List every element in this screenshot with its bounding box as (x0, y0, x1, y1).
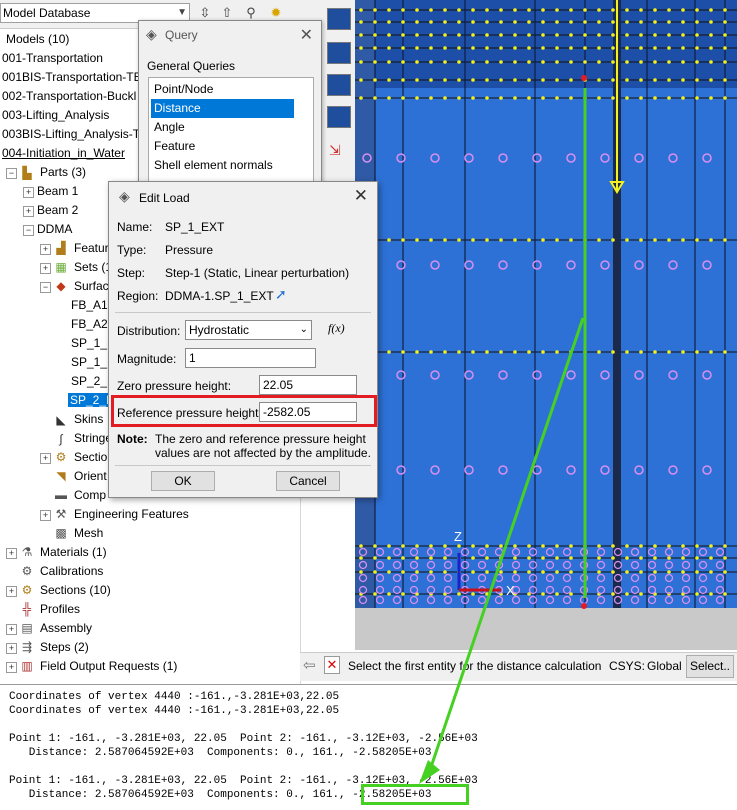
annotation-arrowhead (419, 760, 440, 784)
annotation-line-diagonal (428, 317, 585, 771)
annotation-overlay (419, 88, 587, 784)
